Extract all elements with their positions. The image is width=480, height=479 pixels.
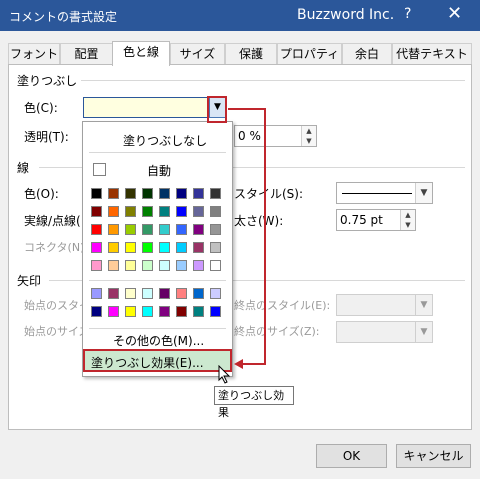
fill-effects-tooltip: 塗りつぶし効果 xyxy=(214,386,294,419)
cursor-icon xyxy=(218,365,231,384)
annotation-arrow xyxy=(228,108,266,369)
